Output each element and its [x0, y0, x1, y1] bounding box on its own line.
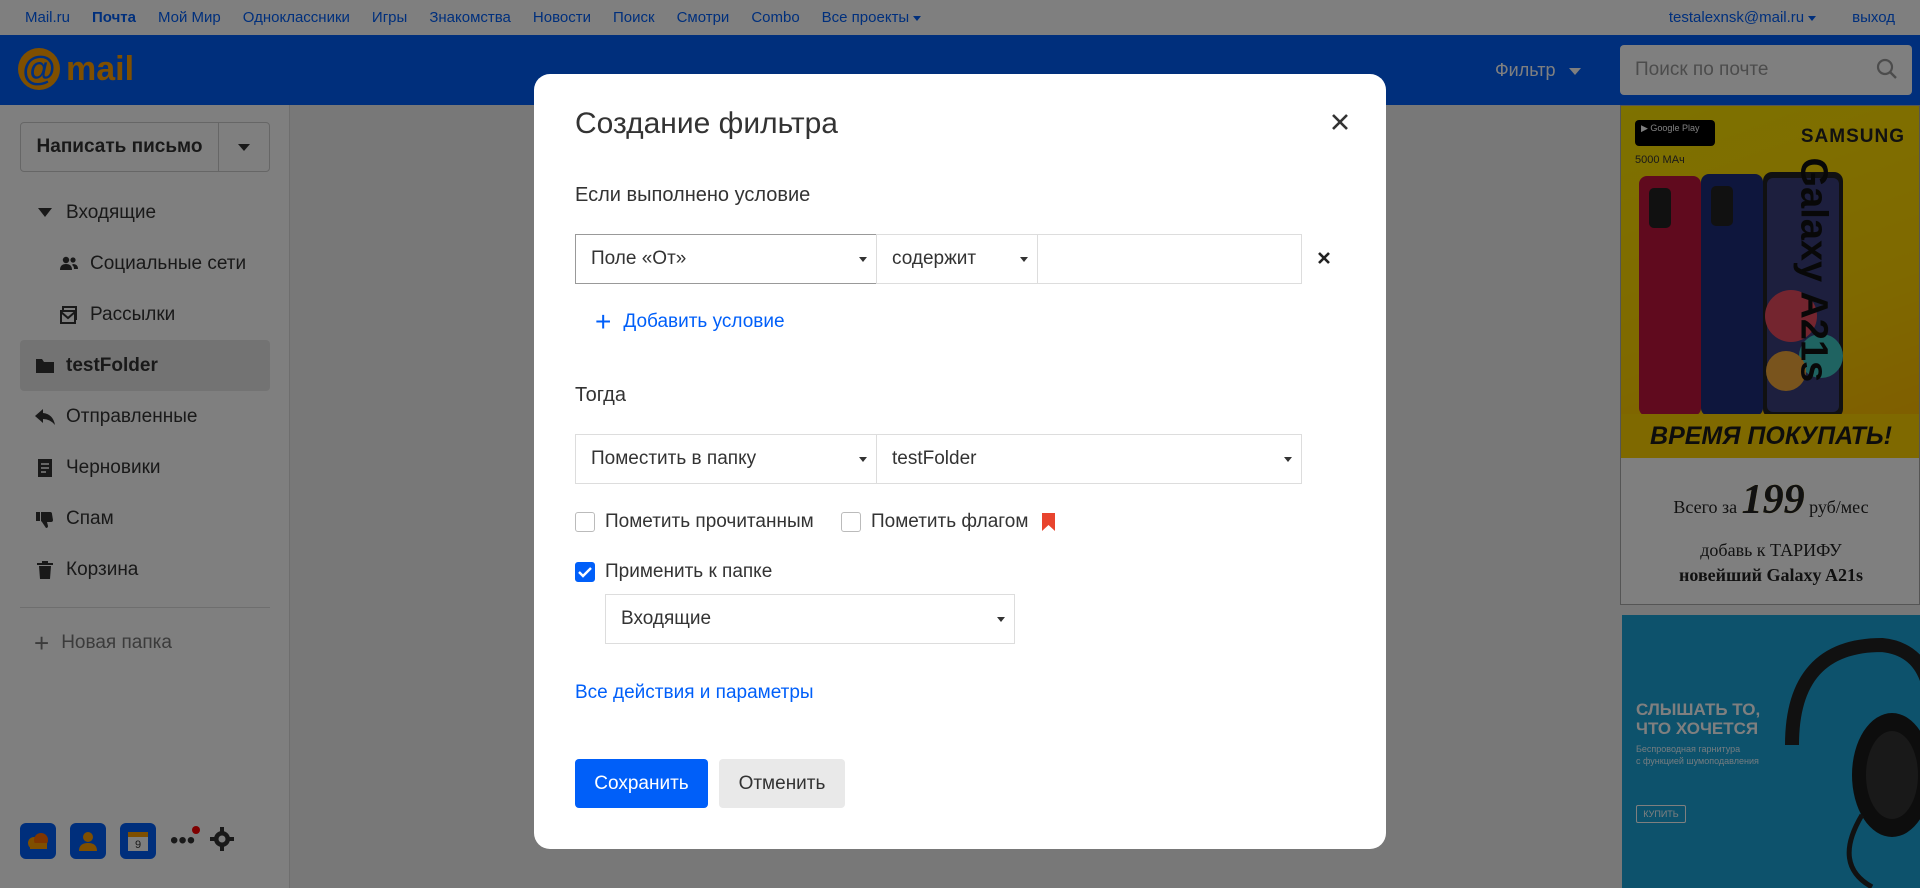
- caret-down-icon: [859, 257, 867, 262]
- checkbox-box[interactable]: [575, 512, 595, 532]
- caret-down-icon: [1020, 257, 1028, 262]
- condition-field-select[interactable]: Поле «От»: [575, 234, 877, 284]
- close-icon[interactable]: [1326, 108, 1354, 136]
- save-button[interactable]: Сохранить: [575, 759, 708, 808]
- action-select[interactable]: Поместить в папку: [575, 434, 877, 484]
- flag-icon: [1042, 513, 1056, 531]
- condition-heading: Если выполнено условие: [575, 184, 811, 206]
- action-target-select[interactable]: testFolder: [876, 434, 1302, 484]
- apply-to-folder-label: Применить к папке: [605, 561, 773, 582]
- plus-icon: +: [595, 306, 612, 337]
- apply-to-folder-checkbox[interactable]: Применить к папке: [575, 561, 772, 583]
- dialog-title: Создание фильтра: [575, 107, 838, 140]
- create-filter-dialog: Создание фильтра Если выполнено условие …: [534, 74, 1386, 849]
- caret-down-icon: [1284, 457, 1292, 462]
- add-condition-button[interactable]: + Добавить условие: [595, 306, 785, 337]
- condition-operator-select[interactable]: содержит: [876, 234, 1038, 284]
- cancel-button[interactable]: Отменить: [719, 759, 845, 808]
- checkbox-box[interactable]: [841, 512, 861, 532]
- condition-field-value: Поле «От»: [591, 248, 687, 269]
- caret-down-icon: [997, 617, 1005, 622]
- add-condition-label: Добавить условие: [623, 311, 785, 332]
- condition-operator-value: содержит: [892, 248, 977, 269]
- mark-read-checkbox[interactable]: Пометить прочитанным: [575, 511, 814, 533]
- remove-condition-icon[interactable]: [1316, 250, 1332, 266]
- checkmark-icon: [578, 566, 592, 578]
- action-target-value: testFolder: [892, 448, 977, 469]
- apply-folder-select[interactable]: Входящие: [605, 594, 1015, 644]
- all-actions-link[interactable]: Все действия и параметры: [575, 682, 814, 704]
- mark-read-label: Пометить прочитанным: [605, 511, 814, 532]
- mark-flag-checkbox[interactable]: Пометить флагом: [841, 511, 1056, 533]
- condition-value-input[interactable]: [1037, 234, 1302, 284]
- checkbox-box-checked[interactable]: [575, 562, 595, 582]
- caret-down-icon: [859, 457, 867, 462]
- mark-flag-label: Пометить флагом: [871, 511, 1029, 532]
- action-value: Поместить в папку: [591, 448, 757, 469]
- apply-folder-value: Входящие: [621, 608, 712, 629]
- then-heading: Тогда: [575, 384, 626, 406]
